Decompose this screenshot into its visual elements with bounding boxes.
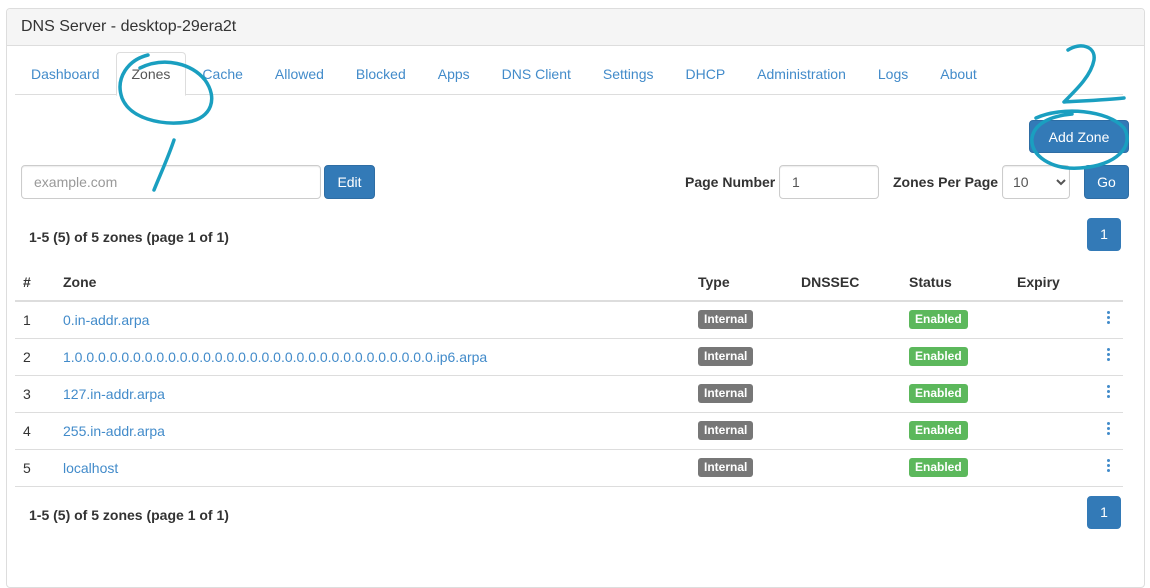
col-zone: Zone — [55, 263, 690, 302]
add-zone-button[interactable]: Add Zone — [1029, 120, 1129, 153]
table-row: 4 255.in-addr.arpa Internal Enabled — [15, 412, 1123, 450]
zone-search-input[interactable] — [21, 165, 321, 199]
zones-per-page-select[interactable]: 10 — [1002, 165, 1070, 199]
tab-administration[interactable]: Administration — [741, 52, 862, 94]
col-status: Status — [901, 263, 1009, 302]
col-actions — [1093, 263, 1123, 302]
expiry-cell — [1009, 412, 1093, 450]
col-number: # — [15, 263, 55, 302]
dnssec-cell — [793, 449, 901, 487]
table-row: 1 0.in-addr.arpa Internal Enabled — [15, 301, 1123, 339]
table-row: 2 1.0.0.0.0.0.0.0.0.0.0.0.0.0.0.0.0.0.0.… — [15, 338, 1123, 376]
expiry-cell — [1009, 301, 1093, 339]
dnssec-cell — [793, 412, 901, 450]
col-dnssec: DNSSEC — [793, 263, 901, 302]
tab-dashboard[interactable]: Dashboard — [15, 52, 116, 94]
row-number: 4 — [15, 412, 55, 450]
table-header-row: # Zone Type DNSSEC Status Expiry — [15, 263, 1123, 302]
zone-link[interactable]: 255.in-addr.arpa — [63, 423, 165, 439]
tab-zones[interactable]: Zones — [115, 52, 187, 96]
table-row: 5 localhost Internal Enabled — [15, 449, 1123, 487]
row-menu-icon[interactable] — [1103, 347, 1113, 363]
type-badge: Internal — [698, 384, 754, 403]
status-badge: Enabled — [909, 421, 968, 440]
tab-dns-client[interactable]: DNS Client — [486, 52, 587, 94]
row-menu-icon[interactable] — [1103, 384, 1113, 400]
row-number: 1 — [15, 301, 55, 339]
pagination-page-bottom[interactable]: 1 — [1087, 496, 1121, 529]
row-number: 3 — [15, 375, 55, 413]
expiry-cell — [1009, 449, 1093, 487]
pagination-page-top[interactable]: 1 — [1087, 218, 1121, 251]
row-number: 5 — [15, 449, 55, 487]
row-menu-icon[interactable] — [1103, 310, 1113, 326]
row-menu-icon[interactable] — [1103, 458, 1113, 474]
dnssec-cell — [793, 375, 901, 413]
edit-zone-button[interactable]: Edit — [324, 165, 375, 199]
go-button[interactable]: Go — [1084, 165, 1129, 199]
zone-link[interactable]: localhost — [63, 460, 118, 476]
tab-cache[interactable]: Cache — [186, 52, 258, 94]
zones-per-page-label: Zones Per Page — [893, 174, 999, 190]
dnssec-cell — [793, 301, 901, 339]
status-badge: Enabled — [909, 384, 968, 403]
type-badge: Internal — [698, 458, 754, 477]
zone-link[interactable]: 127.in-addr.arpa — [63, 386, 165, 402]
status-badge: Enabled — [909, 310, 968, 330]
expiry-cell — [1009, 338, 1093, 376]
page-number-input[interactable] — [779, 165, 879, 199]
tab-apps[interactable]: Apps — [422, 52, 486, 94]
status-badge: Enabled — [909, 347, 968, 366]
page-number-label: Page Number — [685, 174, 776, 190]
row-number: 2 — [15, 338, 55, 376]
panel-title: DNS Server - desktop-29era2t — [7, 9, 1144, 46]
zone-link[interactable]: 1.0.0.0.0.0.0.0.0.0.0.0.0.0.0.0.0.0.0.0.… — [63, 349, 487, 365]
type-badge: Internal — [698, 421, 754, 440]
zone-link[interactable]: 0.in-addr.arpa — [63, 312, 149, 328]
tab-allowed[interactable]: Allowed — [259, 52, 340, 94]
zones-summary-bottom: 1-5 (5) of 5 zones (page 1 of 1) — [29, 507, 229, 523]
col-expiry: Expiry — [1009, 263, 1093, 302]
zones-table: # Zone Type DNSSEC Status Expiry 1 0.in-… — [15, 263, 1123, 487]
tab-logs[interactable]: Logs — [862, 52, 924, 94]
zones-summary-top: 1-5 (5) of 5 zones (page 1 of 1) — [29, 229, 229, 245]
type-badge: Internal — [698, 310, 754, 330]
tab-blocked[interactable]: Blocked — [340, 52, 422, 94]
table-row: 3 127.in-addr.arpa Internal Enabled — [15, 375, 1123, 413]
tab-settings[interactable]: Settings — [587, 52, 670, 94]
dnssec-cell — [793, 338, 901, 376]
type-badge: Internal — [698, 347, 754, 366]
nav-tabs: Dashboard Zones Cache Allowed Blocked Ap… — [15, 52, 1123, 96]
tab-about[interactable]: About — [924, 52, 993, 94]
tab-dhcp[interactable]: DHCP — [670, 52, 742, 94]
col-type: Type — [690, 263, 793, 302]
row-menu-icon[interactable] — [1103, 421, 1113, 437]
status-badge: Enabled — [909, 458, 968, 477]
expiry-cell — [1009, 375, 1093, 413]
